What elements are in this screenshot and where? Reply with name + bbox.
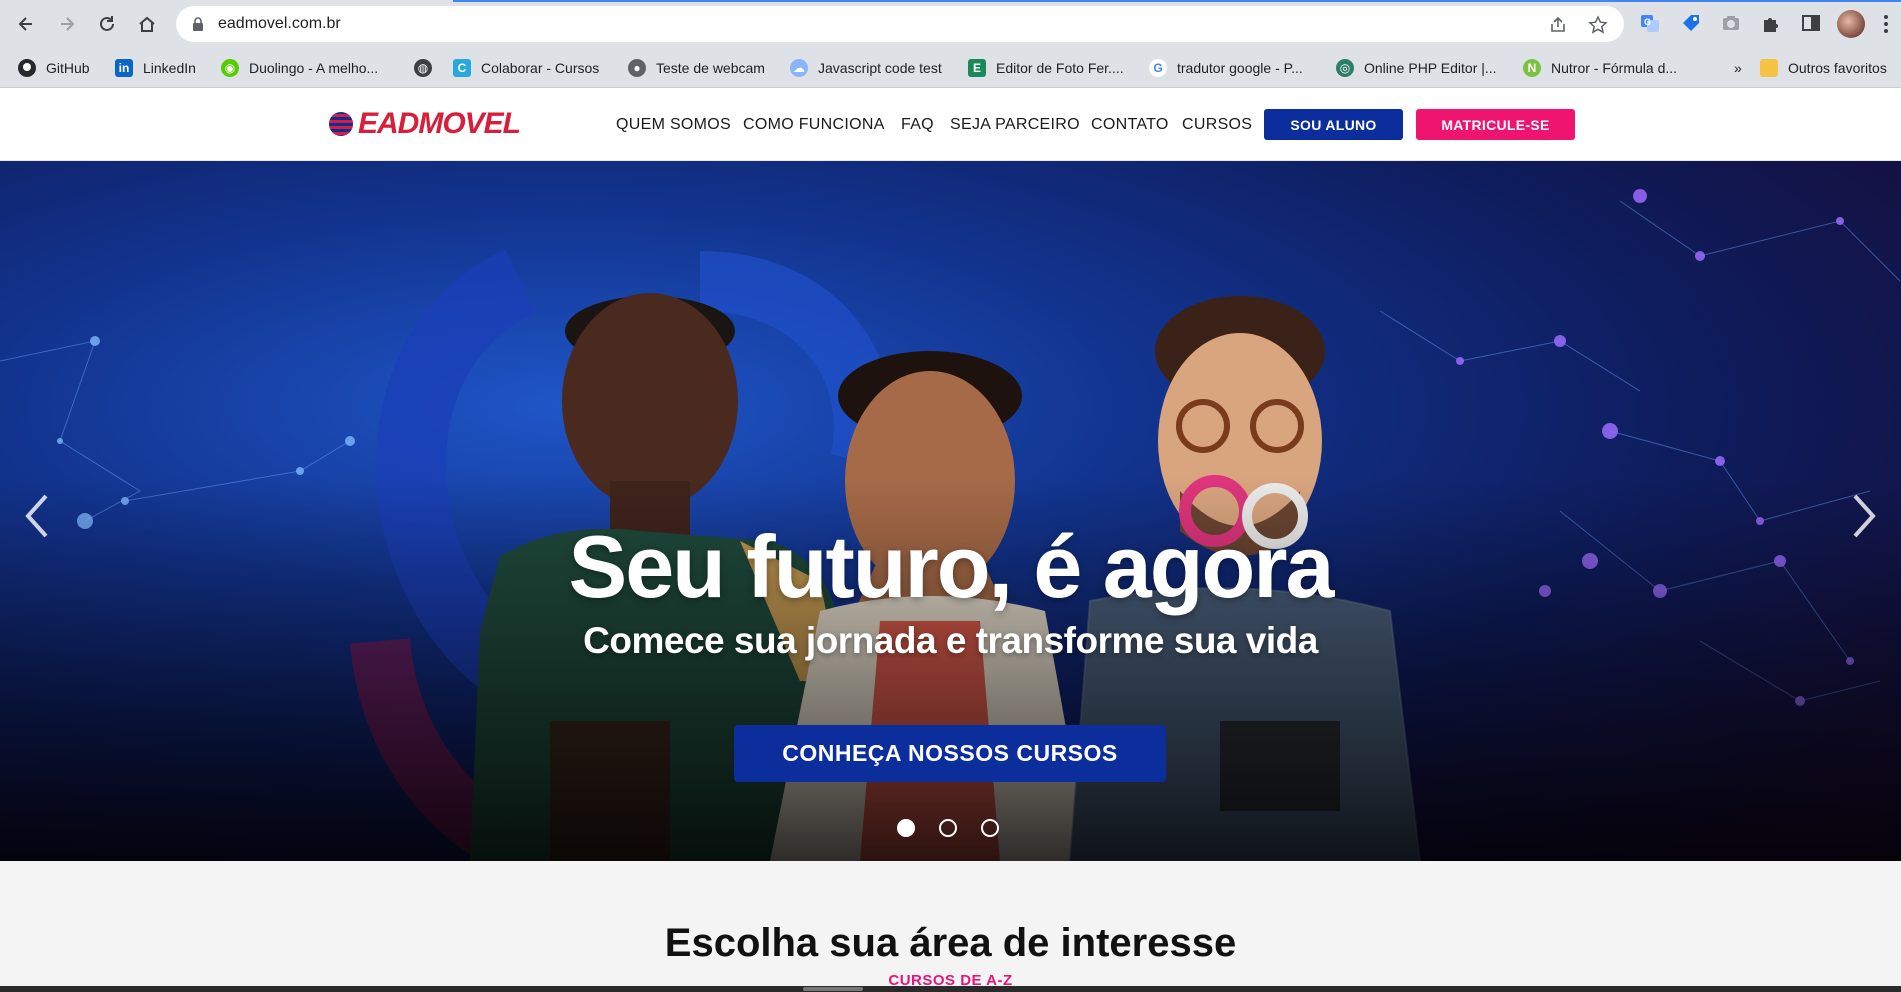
scrollbar-thumb[interactable] (803, 987, 863, 991)
bookmark-linkedin[interactable]: in LinkedIn (115, 57, 196, 79)
google-icon: G (1149, 59, 1167, 77)
bookmark-label: LinkedIn (143, 60, 196, 76)
bookmark-label: tradutor google - P... (1177, 60, 1303, 76)
bookmark-label: Online PHP Editor |... (1364, 60, 1497, 76)
home-icon[interactable] (131, 8, 163, 40)
interest-area-section: Escolha sua área de interesse CURSOS DE … (0, 861, 1901, 992)
sou-aluno-button[interactable]: SOU ALUNO (1264, 109, 1403, 140)
svg-text:G: G (1644, 17, 1651, 27)
duolingo-icon: ◉ (221, 59, 239, 77)
bookmark-label: Colaborar - Cursos (481, 60, 600, 76)
tag-extension-icon[interactable] (1680, 12, 1702, 34)
cloud-icon: ☁ (790, 59, 808, 77)
forward-icon[interactable] (51, 8, 83, 40)
carousel-pagination (897, 819, 999, 837)
bookmark-github[interactable]: GitHub (18, 57, 90, 79)
github-icon (18, 59, 36, 77)
bookmark-duolingo[interactable]: ◉ Duolingo - A melho... (221, 57, 378, 79)
site-logo[interactable]: EADMOVEL (327, 107, 521, 141)
star-icon[interactable] (1588, 15, 1608, 35)
webcam-icon: ● (628, 59, 646, 77)
share-icon[interactable] (1548, 15, 1568, 35)
browser-toolbar: eadmovel.com.br G (0, 0, 1901, 48)
reload-icon[interactable] (91, 8, 123, 40)
bookmark-javascript-test[interactable]: ☁ Javascript code test (790, 57, 942, 79)
site-header: EADMOVEL QUEM SOMOS COMO FUNCIONA FAQ SE… (0, 88, 1901, 161)
carousel-dot-2[interactable] (939, 819, 957, 837)
bookmark-webcam[interactable]: ● Teste de webcam (628, 57, 765, 79)
lock-icon[interactable] (190, 16, 206, 32)
bookmark-photo-editor[interactable]: E Editor de Foto Fer.... (968, 57, 1124, 79)
nav-contato[interactable]: CONTATO (1091, 116, 1169, 134)
hero-carousel: Seu futuro, é agora Comece sua jornada e… (0, 161, 1901, 861)
carousel-dot-1[interactable] (897, 819, 915, 837)
logo-globe-icon (329, 112, 353, 136)
bookmark-label: GitHub (46, 60, 90, 76)
extensions-puzzle-icon[interactable] (1760, 12, 1782, 34)
matricule-se-button[interactable]: MATRICULE-SE (1416, 109, 1575, 140)
carousel-dot-3[interactable] (981, 819, 999, 837)
loading-bar (453, 0, 1901, 2)
bookmark-label: Javascript code test (818, 60, 942, 76)
hero-title: Seu futuro, é agora (568, 517, 1335, 616)
folder-icon (1760, 59, 1778, 77)
nutror-icon: N (1523, 59, 1541, 77)
bookmark-label: Teste de webcam (656, 60, 765, 76)
more-menu-icon[interactable] (1878, 12, 1894, 36)
bookmark-nutror[interactable]: N Nutror - Fórmula d... (1523, 57, 1677, 79)
other-bookmarks-folder[interactable]: Outros favoritos (1760, 57, 1901, 79)
camera-extension-icon[interactable] (1720, 12, 1742, 34)
linkedin-icon: in (115, 59, 133, 77)
url-text[interactable]: eadmovel.com.br (218, 15, 341, 33)
bookmarks-bar: GitHub in LinkedIn ◉ Duolingo - A melho...… (0, 48, 1901, 88)
bookmark-colaborar[interactable]: C Colaborar - Cursos (453, 57, 599, 79)
other-bookmarks-label: Outros favoritos (1788, 60, 1887, 76)
address-bar[interactable]: eadmovel.com.br (176, 6, 1624, 42)
bookmark-label: Editor de Foto Fer.... (996, 60, 1124, 76)
nav-faq[interactable]: FAQ (901, 116, 934, 134)
logo-text: EADMOVEL (358, 107, 521, 140)
bookmark-tradutor[interactable]: Gtradutor google - P... (1149, 57, 1303, 79)
section-title: Escolha sua área de interesse (664, 921, 1237, 965)
nav-quem-somos[interactable]: QUEM SOMOS (616, 116, 731, 134)
colaborar-icon: C (453, 59, 471, 77)
conheca-cursos-button[interactable]: CONHEÇA NOSSOS CURSOS (734, 725, 1166, 782)
hero-subtitle: Comece sua jornada e transforme sua vida (583, 620, 1318, 661)
nav-cursos[interactable]: CURSOS (1182, 116, 1252, 134)
nav-seja-parceiro[interactable]: SEJA PARCEIRO (950, 116, 1080, 134)
bookmarks-overflow-button[interactable]: » (1734, 57, 1742, 79)
bookmark-label: Duolingo - A melho... (249, 60, 379, 76)
bookmark-label: Nutror - Fórmula d... (1551, 60, 1678, 76)
photo-editor-icon: E (968, 59, 986, 77)
horizontal-scrollbar[interactable] (0, 986, 1901, 992)
back-icon[interactable] (10, 8, 42, 40)
globe-icon: ◍ (414, 59, 432, 77)
php-editor-icon: ◎ (1336, 59, 1354, 77)
bookmark-php-editor[interactable]: ◎ Online PHP Editor |... (1336, 57, 1497, 79)
side-panel-icon[interactable] (1800, 12, 1822, 34)
bookmark-globe[interactable]: ◍ (414, 57, 442, 79)
translate-extension-icon[interactable]: G (1639, 12, 1661, 34)
nav-como-funciona[interactable]: COMO FUNCIONA (743, 116, 885, 134)
profile-avatar[interactable] (1837, 10, 1865, 38)
